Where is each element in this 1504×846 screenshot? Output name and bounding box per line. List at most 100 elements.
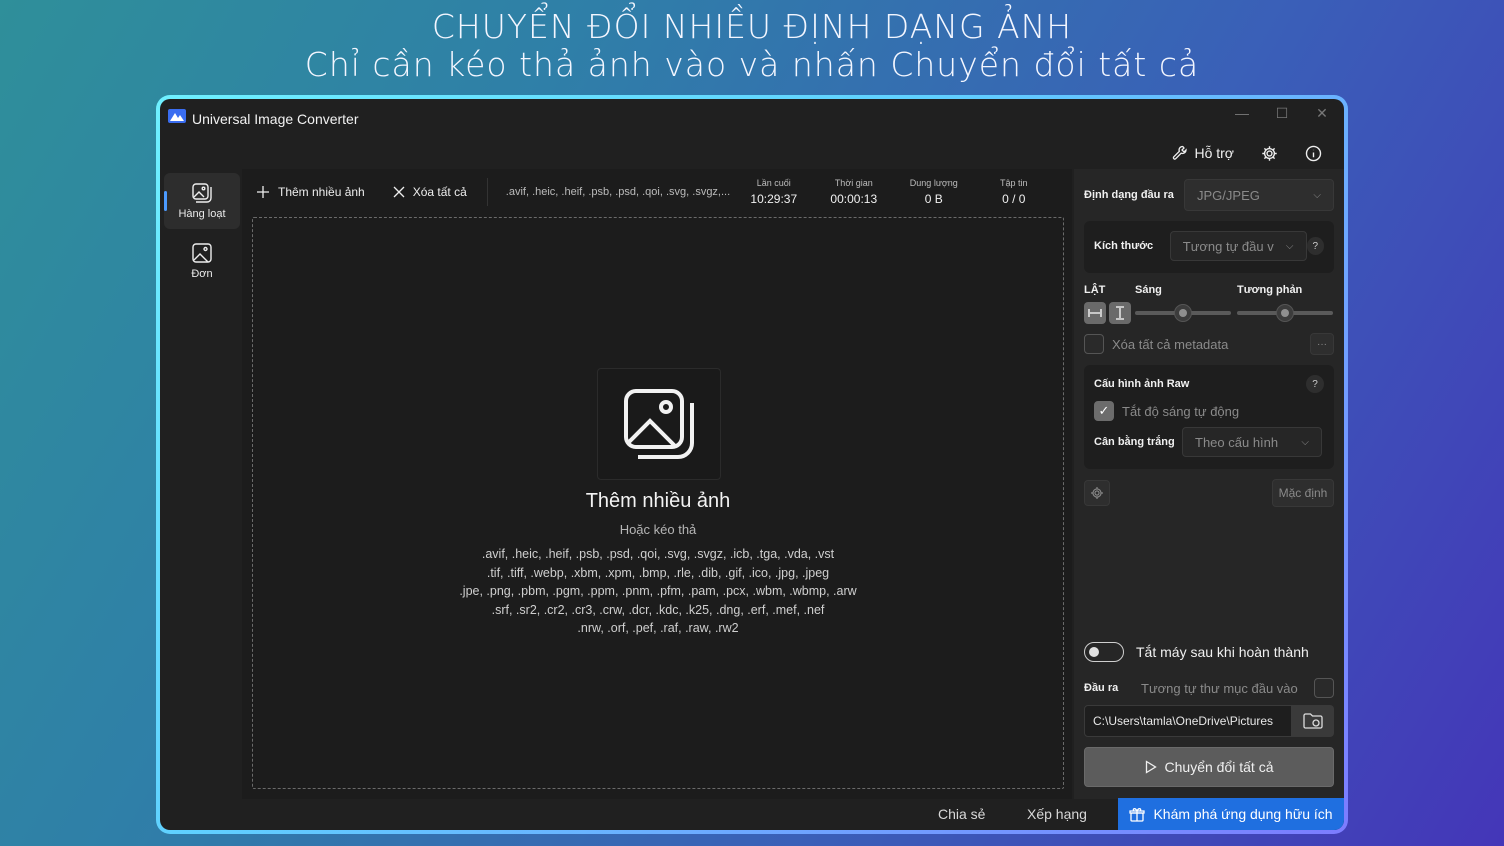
info-icon — [1305, 145, 1321, 161]
contrast-slider[interactable] — [1237, 304, 1333, 322]
output-row: Đầu ra Tương tự thư mục đầu vào — [1084, 677, 1334, 699]
same-folder-label: Tương tự thư mục đầu vào — [1141, 680, 1298, 696]
clear-all-button[interactable]: Xóa tất cả — [379, 176, 481, 208]
metadata-more-button[interactable]: ··· — [1310, 333, 1334, 355]
plus-icon — [257, 186, 269, 198]
sidebar-item-label: Đơn — [191, 268, 213, 280]
auto-bright-checkbox[interactable]: ✓ — [1094, 401, 1114, 421]
images-icon — [624, 389, 694, 459]
headline-line-2: Chỉ cần kéo thả ảnh vào và nhấn Chuyển đ… — [304, 45, 1200, 84]
output-format-row: Định dạng đầu ra JPG/JPEG ⌵ — [1084, 179, 1334, 211]
sidebar-item-single[interactable]: Đơn — [164, 233, 240, 289]
play-icon — [1145, 760, 1157, 774]
shutdown-label: Tắt máy sau khi hoàn thành — [1136, 644, 1309, 660]
shutdown-toggle[interactable] — [1084, 642, 1124, 662]
format-line: .avif, .heic, .heif, .psb, .psd, .qoi, .… — [481, 547, 835, 561]
maximize-button[interactable]: ☐ — [1270, 105, 1294, 122]
gear-icon — [1091, 487, 1103, 499]
toolbar-divider — [486, 178, 488, 206]
slider-thumb[interactable] — [1276, 304, 1294, 322]
output-format-value: JPG/JPEG — [1197, 187, 1260, 203]
browse-folder-button[interactable] — [1292, 705, 1334, 737]
stat-label: Dung lượng — [909, 178, 958, 188]
share-link[interactable]: Chia sẻ — [938, 806, 985, 822]
stat-duration: Thời gian 00:00:13 — [814, 178, 894, 206]
metadata-label: Xóa tất cả metadata — [1112, 336, 1229, 352]
app-logo-icon — [168, 109, 186, 123]
add-images-button[interactable]: Thêm nhiều ảnh — [242, 176, 379, 208]
white-balance-select[interactable]: Theo cấu hình ⌵ — [1182, 427, 1322, 457]
config-actions: Mặc định — [1084, 479, 1334, 507]
flip-horizontal-button[interactable] — [1084, 302, 1106, 324]
size-row: Kích thước Tương tự đầu v ⌵ ? — [1094, 231, 1324, 261]
footer: Chia sẻ Xếp hạng Khám phá ứng dụng hữu í… — [160, 798, 1344, 830]
auto-bright-row: ✓ Tắt độ sáng tự động — [1094, 401, 1324, 421]
slider-thumb[interactable] — [1174, 304, 1192, 322]
gift-icon — [1129, 808, 1146, 822]
reset-default-button[interactable]: Mặc định — [1272, 479, 1334, 507]
raw-config-card: Cấu hình ảnh Raw ? ✓ Tắt độ sáng tự động… — [1084, 365, 1334, 469]
stat-last-run: Lần cuối 10:29:37 — [734, 178, 814, 206]
sidebar: Hàng loạt Đơn — [164, 173, 240, 293]
flip-horizontal-icon — [1088, 309, 1102, 317]
output-path-input[interactable]: C:\Users\tamla\OneDrive\Pictures — [1084, 705, 1292, 737]
format-line: .tif, .tiff, .webp, .xbm, .xpm, .bmp, .r… — [486, 565, 830, 580]
raw-title-row: Cấu hình ảnh Raw ? — [1094, 375, 1324, 393]
help-icon[interactable]: ? — [1306, 375, 1324, 393]
stat-size: Dung lượng 0 B — [894, 178, 974, 206]
help-icon[interactable]: ? — [1306, 237, 1324, 255]
stat-label: Tập tin — [1000, 178, 1028, 188]
metadata-checkbox[interactable] — [1084, 334, 1104, 354]
convert-all-label: Chuyển đổi tất cả — [1164, 759, 1274, 775]
chevron-down-icon: ⌵ — [1313, 189, 1321, 201]
dropzone-formats: .avif, .heic, .heif, .psb, .psd, .qoi, .… — [423, 545, 893, 638]
stat-value: 10:29:37 — [750, 192, 798, 206]
rate-link[interactable]: Xếp hạng — [1027, 806, 1087, 822]
close-button[interactable]: ✕ — [1310, 105, 1334, 122]
title-bar[interactable]: Universal Image Converter — ☐ ✕ — [160, 99, 1344, 135]
image-dropzone[interactable]: Thêm nhiều ảnh Hoặc kéo thả .avif, .heic… — [252, 217, 1064, 789]
size-value: Tương tự đầu v — [1182, 238, 1274, 254]
app-title: Universal Image Converter — [192, 111, 359, 127]
headline-line-1: CHUYỂN ĐỔI NHIỀU ĐỊNH DẠNG ẢNH — [431, 7, 1073, 46]
about-button[interactable] — [1298, 139, 1328, 167]
contrast-label: Tương phản — [1237, 284, 1303, 296]
explore-apps-label: Khám phá ứng dụng hữu ích — [1153, 806, 1333, 822]
dropzone-title: Thêm nhiều ảnh — [585, 490, 731, 512]
same-folder-checkbox[interactable] — [1314, 678, 1334, 698]
minimize-button[interactable]: — — [1230, 105, 1254, 121]
flip-label: LẬT — [1084, 284, 1106, 296]
top-actions: Hỗ trợ — [1166, 139, 1328, 167]
format-line: .jpe, .png, .pbm, .pgm, .ppm, .pnm, .pfm… — [459, 584, 857, 598]
output-label: Đầu ra — [1084, 682, 1119, 694]
chevron-down-icon: ⌵ — [1285, 240, 1294, 252]
help-button[interactable]: Hỗ trợ — [1166, 145, 1240, 161]
dropzone-icon-box[interactable] — [597, 368, 721, 480]
format-line: .nrw, .orf, .pef, .raf, .raw, .rw2 — [577, 621, 739, 635]
settings-panel: Định dạng đầu ra JPG/JPEG ⌵ Kích thước T… — [1074, 169, 1344, 799]
size-select[interactable]: Tương tự đầu v ⌵ — [1169, 231, 1307, 261]
output-path-field: C:\Users\tamla\OneDrive\Pictures — [1084, 705, 1334, 737]
convert-all-button[interactable]: Chuyển đổi tất cả — [1084, 747, 1334, 787]
explore-apps-button[interactable]: Khám phá ứng dụng hữu ích — [1118, 798, 1344, 830]
output-format-select[interactable]: JPG/JPEG ⌵ — [1184, 179, 1334, 211]
dropzone-subtitle: Hoặc kéo thả — [619, 522, 697, 537]
raw-settings-button[interactable] — [1084, 480, 1110, 506]
window-frame: Universal Image Converter — ☐ ✕ Hỗ trợ H… — [156, 95, 1348, 834]
flip-vertical-icon — [1116, 306, 1124, 320]
app-window: Universal Image Converter — ☐ ✕ Hỗ trợ H… — [160, 99, 1344, 830]
white-balance-value: Theo cấu hình — [1195, 434, 1279, 450]
flip-vertical-button[interactable] — [1109, 302, 1131, 324]
adjust-labels: LẬT Sáng Tương phản — [1084, 283, 1334, 297]
shutdown-row: Tắt máy sau khi hoàn thành — [1084, 641, 1334, 663]
output-format-label: Định dạng đầu ra — [1084, 189, 1174, 201]
main-panel: Thêm nhiều ảnh Xóa tất cả .avif, .heic, … — [242, 169, 1072, 799]
add-images-label: Thêm nhiều ảnh — [278, 185, 365, 199]
brightness-slider[interactable] — [1135, 304, 1231, 322]
adjust-controls — [1084, 302, 1334, 324]
images-icon — [192, 183, 212, 203]
stat-value: 00:00:13 — [830, 192, 878, 206]
settings-button[interactable] — [1254, 139, 1284, 167]
metadata-row: Xóa tất cả metadata ··· — [1084, 333, 1334, 355]
sidebar-item-batch[interactable]: Hàng loạt — [164, 173, 240, 229]
